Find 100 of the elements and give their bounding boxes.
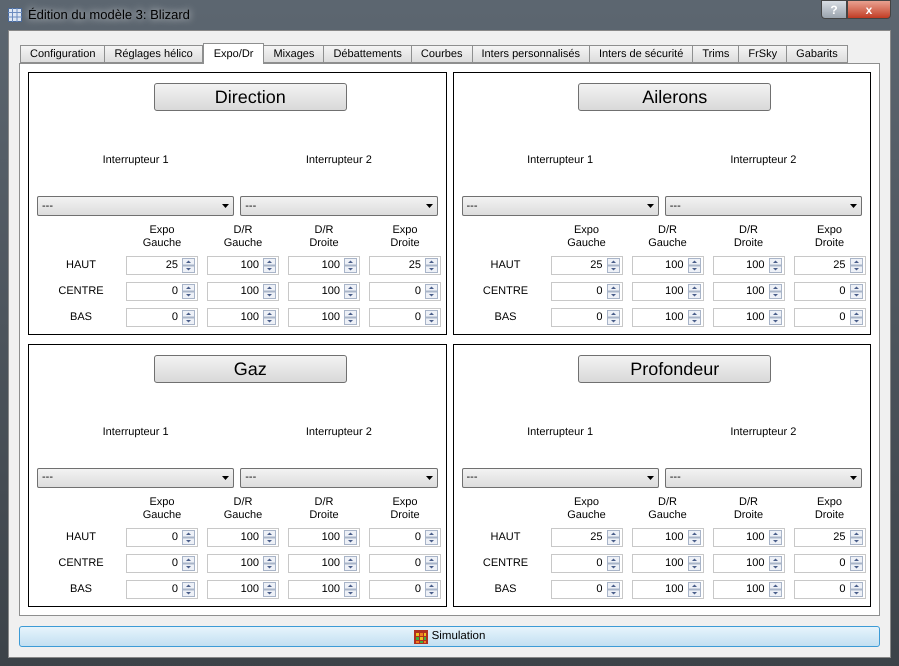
spin-box[interactable]: 0: [550, 282, 622, 301]
spin-arrows-icon[interactable]: [263, 556, 276, 570]
spin-arrows-icon[interactable]: [688, 530, 700, 544]
spin-arrows-icon[interactable]: [850, 258, 862, 273]
spin-arrows-icon[interactable]: [425, 582, 438, 596]
channel-title-button[interactable]: Direction: [154, 83, 347, 111]
spin-arrows-icon[interactable]: [768, 310, 782, 325]
spin-box[interactable]: 100: [207, 256, 279, 275]
switch-dropdown[interactable]: ---: [37, 196, 234, 216]
spin-arrows-icon[interactable]: [263, 530, 276, 544]
spin-box[interactable]: 25: [794, 256, 866, 275]
spin-arrows-icon[interactable]: [850, 310, 862, 325]
spin-box[interactable]: 0: [369, 308, 441, 327]
spin-arrows-icon[interactable]: [425, 310, 438, 325]
tab[interactable]: Expo/Dr: [202, 43, 264, 64]
spin-box[interactable]: 100: [632, 282, 704, 301]
spin-box[interactable]: 100: [712, 554, 784, 572]
spin-box[interactable]: 100: [632, 256, 704, 275]
switch-dropdown[interactable]: ---: [462, 468, 659, 488]
spin-arrows-icon[interactable]: [263, 258, 276, 273]
spin-arrows-icon[interactable]: [688, 258, 700, 273]
spin-arrows-icon[interactable]: [768, 582, 782, 596]
spin-arrows-icon[interactable]: [606, 258, 620, 273]
spin-arrows-icon[interactable]: [344, 530, 357, 544]
spin-box[interactable]: 100: [288, 528, 360, 546]
channel-title-button[interactable]: Gaz: [154, 354, 347, 382]
spin-box[interactable]: 0: [794, 554, 866, 572]
spin-arrows-icon[interactable]: [425, 284, 438, 299]
spin-box[interactable]: 0: [550, 580, 622, 598]
spin-box[interactable]: 0: [794, 580, 866, 598]
simulation-button[interactable]: Simulation: [19, 626, 880, 647]
spin-box[interactable]: 100: [207, 282, 279, 301]
spin-arrows-icon[interactable]: [606, 284, 620, 299]
spin-arrows-icon[interactable]: [263, 284, 276, 299]
spin-arrows-icon[interactable]: [344, 284, 357, 299]
spin-box[interactable]: 100: [207, 554, 279, 572]
spin-box[interactable]: 0: [369, 528, 441, 546]
tab[interactable]: Réglages hélico: [104, 45, 203, 63]
spin-box[interactable]: 100: [632, 554, 704, 572]
switch-dropdown[interactable]: ---: [37, 468, 234, 488]
spin-arrows-icon[interactable]: [768, 284, 782, 299]
spin-arrows-icon[interactable]: [182, 530, 195, 544]
switch-dropdown[interactable]: ---: [664, 196, 862, 216]
tab[interactable]: Débattements: [323, 45, 412, 63]
channel-title-button[interactable]: Ailerons: [578, 83, 772, 111]
channel-title-button[interactable]: Profondeur: [578, 354, 772, 382]
spin-arrows-icon[interactable]: [263, 582, 276, 596]
spin-arrows-icon[interactable]: [263, 310, 276, 325]
spin-arrows-icon[interactable]: [768, 556, 782, 570]
tab[interactable]: FrSky: [738, 45, 788, 63]
spin-arrows-icon[interactable]: [425, 556, 438, 570]
spin-box[interactable]: 100: [712, 256, 784, 275]
spin-arrows-icon[interactable]: [182, 258, 195, 273]
spin-box[interactable]: 100: [288, 256, 360, 275]
spin-arrows-icon[interactable]: [850, 556, 862, 570]
spin-box[interactable]: 25: [794, 528, 866, 546]
tab[interactable]: Mixages: [263, 45, 324, 63]
spin-arrows-icon[interactable]: [688, 582, 700, 596]
spin-box[interactable]: 0: [369, 580, 441, 598]
spin-box[interactable]: 25: [550, 256, 622, 275]
close-button[interactable]: x: [847, 0, 891, 19]
spin-box[interactable]: 100: [288, 308, 360, 327]
spin-box[interactable]: 0: [126, 282, 198, 301]
spin-arrows-icon[interactable]: [688, 556, 700, 570]
spin-box[interactable]: 100: [207, 580, 279, 598]
spin-box[interactable]: 0: [550, 308, 622, 327]
spin-box[interactable]: 100: [712, 308, 784, 327]
spin-arrows-icon[interactable]: [182, 582, 195, 596]
tab[interactable]: Gabarits: [786, 45, 848, 63]
spin-arrows-icon[interactable]: [344, 310, 357, 325]
spin-arrows-icon[interactable]: [850, 582, 862, 596]
spin-box[interactable]: 100: [288, 282, 360, 301]
tab[interactable]: Inters personnalisés: [472, 45, 590, 63]
spin-box[interactable]: 0: [369, 282, 441, 301]
spin-arrows-icon[interactable]: [182, 310, 195, 325]
spin-box[interactable]: 100: [712, 282, 784, 301]
spin-arrows-icon[interactable]: [688, 284, 700, 299]
spin-box[interactable]: 100: [288, 580, 360, 598]
spin-box[interactable]: 100: [712, 528, 784, 546]
switch-dropdown[interactable]: ---: [664, 468, 862, 488]
spin-arrows-icon[interactable]: [606, 530, 620, 544]
spin-box[interactable]: 100: [632, 308, 704, 327]
spin-box[interactable]: 0: [369, 554, 441, 572]
tab[interactable]: Inters de sécurité: [588, 45, 694, 63]
spin-arrows-icon[interactable]: [425, 258, 438, 273]
spin-box[interactable]: 0: [126, 580, 198, 598]
switch-dropdown[interactable]: ---: [240, 196, 438, 216]
tab[interactable]: Trims: [692, 45, 740, 63]
spin-box[interactable]: 0: [794, 308, 866, 327]
switch-dropdown[interactable]: ---: [462, 196, 659, 216]
spin-box[interactable]: 0: [794, 282, 866, 301]
spin-arrows-icon[interactable]: [606, 556, 620, 570]
spin-arrows-icon[interactable]: [182, 284, 195, 299]
spin-box[interactable]: 100: [288, 554, 360, 572]
spin-arrows-icon[interactable]: [688, 310, 700, 325]
spin-box[interactable]: 100: [632, 580, 704, 598]
spin-box[interactable]: 100: [207, 308, 279, 327]
spin-arrows-icon[interactable]: [606, 582, 620, 596]
tab[interactable]: Configuration: [20, 45, 106, 63]
spin-arrows-icon[interactable]: [768, 258, 782, 273]
